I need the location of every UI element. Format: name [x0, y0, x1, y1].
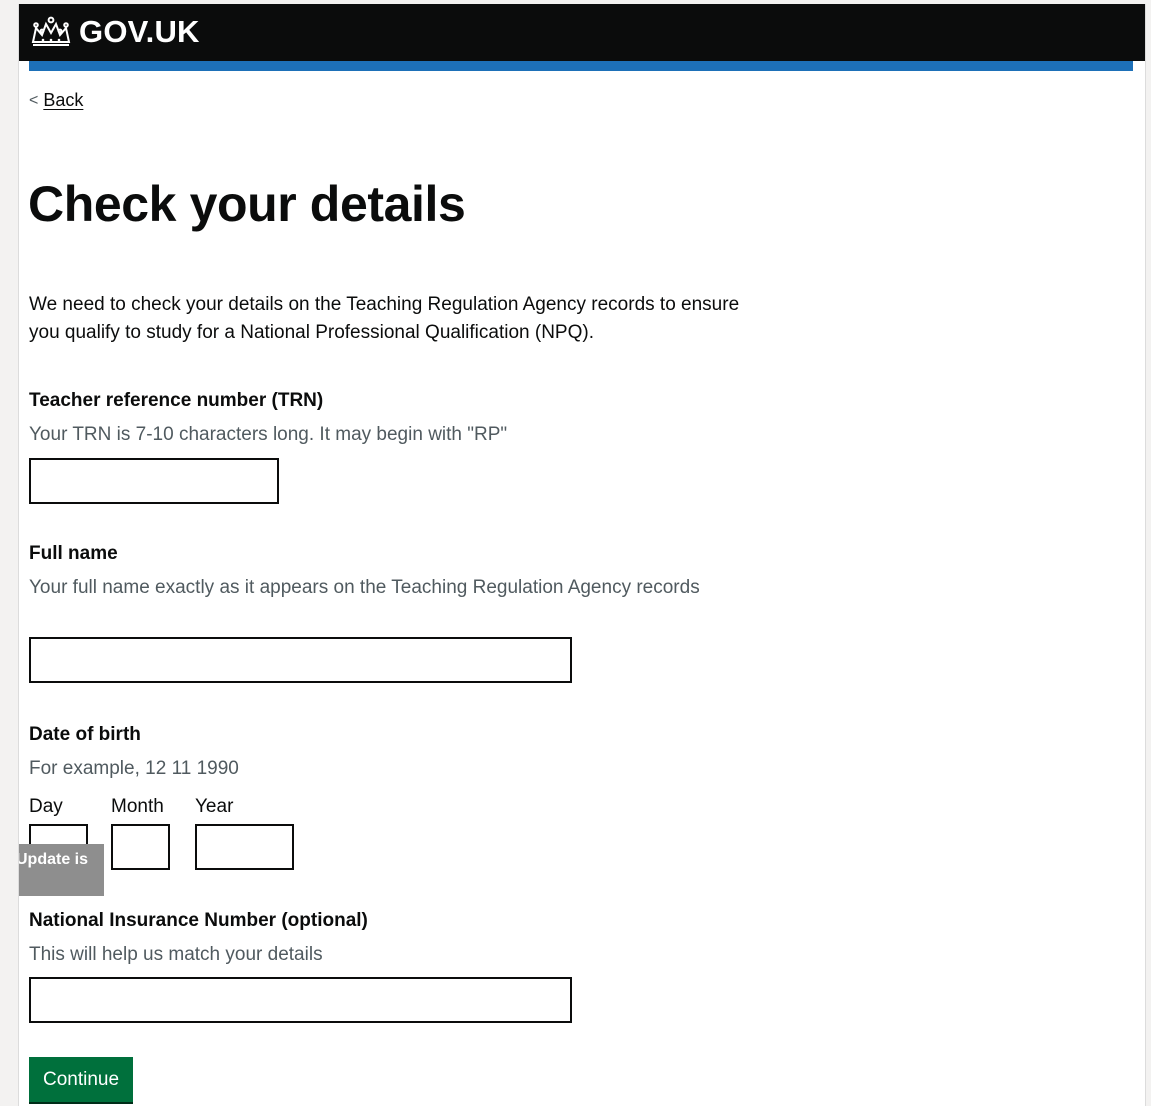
logo-text: GOV.UK: [79, 14, 200, 49]
update-tooltip: Update is: [19, 844, 104, 896]
crown-icon: [31, 16, 71, 46]
ni-number-label: National Insurance Number (optional): [29, 910, 368, 931]
ni-number-hint: This will help us match your details: [29, 944, 323, 965]
ni-number-input[interactable]: [29, 977, 572, 1023]
dob-day-label: Day: [29, 796, 63, 817]
page-title: Check your details: [28, 176, 466, 232]
intro-text: We need to check your details on the Tea…: [29, 294, 740, 343]
dob-month-label: Month: [111, 796, 164, 817]
back-link-label: Back: [43, 90, 84, 110]
dob-year-label: Year: [195, 796, 234, 817]
site-header: GOV.UK: [19, 4, 1145, 61]
full-name-label: Full name: [29, 543, 118, 564]
continue-button[interactable]: Continue: [29, 1057, 134, 1102]
dob-hint: For example, 12 11 1990: [29, 758, 239, 779]
trn-hint: Your TRN is 7-10 characters long. It may…: [29, 424, 508, 445]
full-name-hint: Your full name exactly as it appears on …: [29, 577, 700, 598]
page-container: GOV.UK < Back Check your details We need…: [18, 4, 1146, 1106]
full-name-input[interactable]: [29, 637, 572, 683]
back-link[interactable]: < Back: [29, 90, 83, 111]
dob-label: Date of birth: [29, 724, 141, 745]
chevron-left-icon: <: [29, 91, 39, 109]
header-accent-bar: [29, 61, 1133, 71]
trn-label: Teacher reference number (TRN): [29, 390, 324, 411]
dob-year-input[interactable]: [195, 824, 294, 870]
dob-month-input[interactable]: [111, 824, 170, 870]
trn-input[interactable]: [29, 458, 279, 504]
govuk-logo-link[interactable]: GOV.UK: [29, 12, 200, 52]
